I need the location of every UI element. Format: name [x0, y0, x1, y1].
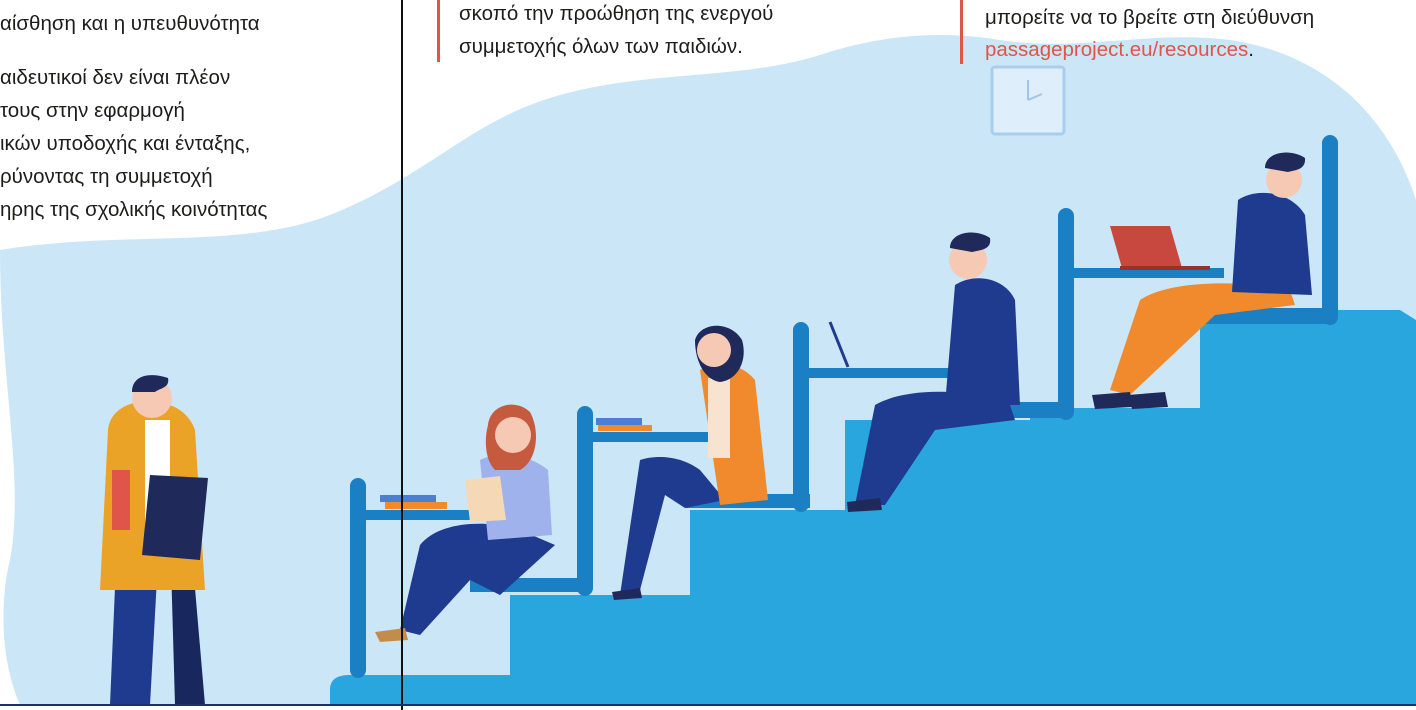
right-text-line-1: μπορείτε να το βρείτε στη διεύθυνση [985, 6, 1315, 29]
bottom-rule [0, 704, 1416, 706]
students-on-stairs-illustration [0, 35, 1416, 705]
left-text-line-2: αιδευτικοί δεν είναι πλέον [0, 66, 231, 89]
wall-clock-icon [990, 65, 1066, 136]
resources-link[interactable]: passageproject.eu/resources [985, 38, 1248, 61]
column-divider [401, 0, 403, 710]
middle-text-line-1: σκοπό την προώθηση της ενεργού [459, 2, 774, 25]
left-text-line-4: ικών υποδοχής και ένταξης, [0, 132, 251, 155]
middle-accent-bar [437, 0, 440, 62]
left-text-line-5: ρύνοντας τη συμμετοχή [0, 165, 213, 188]
link-period: . [1248, 38, 1254, 61]
middle-text-line-2: συμμετοχής όλων των παιδιών. [459, 35, 743, 58]
left-text-line-1: αίσθηση και η υπευθυνότητα [0, 12, 260, 35]
left-text-line-6: ηρης της σχολικής κοινότητας [0, 198, 268, 221]
right-accent-bar [960, 0, 963, 64]
clipboard-icon [142, 475, 208, 560]
left-text-line-3: τους στην εφαρμογή [0, 99, 185, 122]
right-text-line-2: passageproject.eu/resources. [985, 36, 1254, 64]
